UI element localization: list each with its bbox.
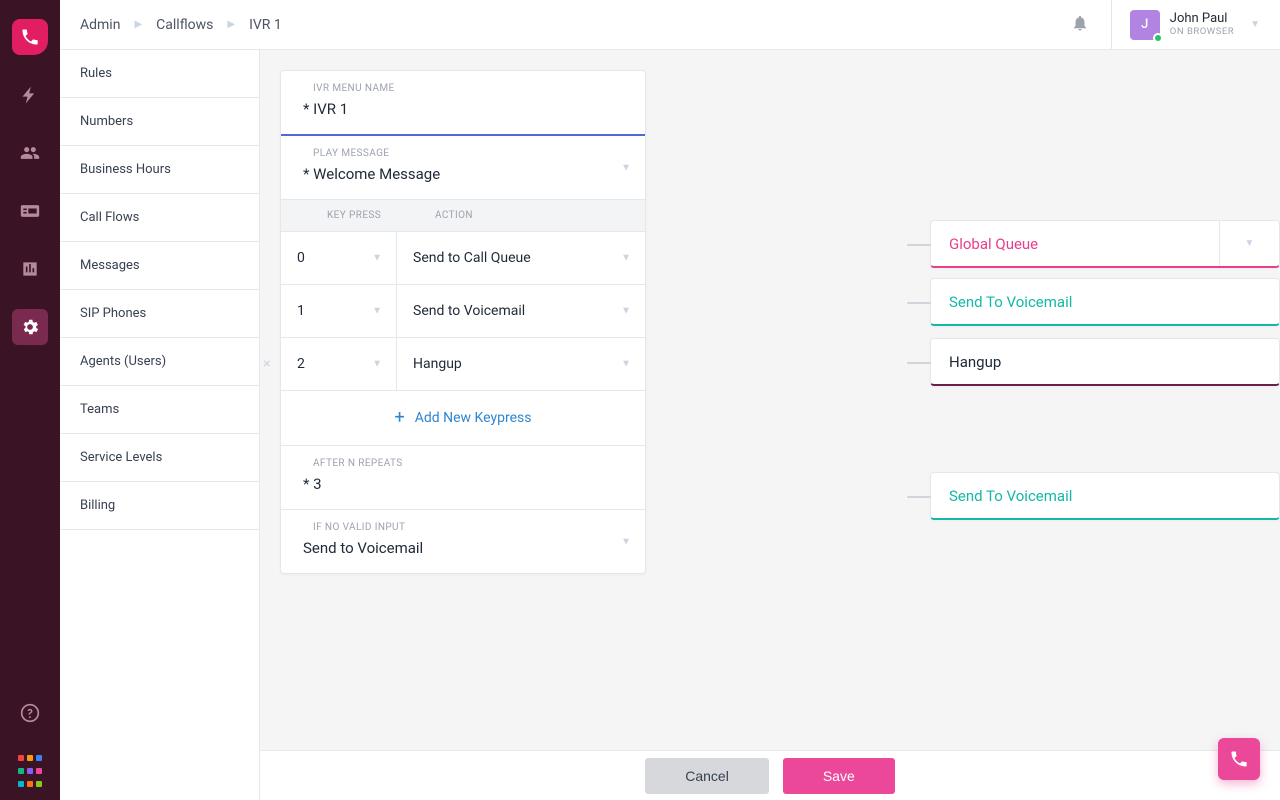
no-valid-input-value[interactable]: Send to Voicemail	[303, 539, 623, 557]
sidebar-item-numbers[interactable]: Numbers	[60, 98, 259, 146]
after-repeats-value[interactable]: * 3	[303, 475, 623, 493]
icon-rail	[0, 0, 60, 800]
destination-label: Global Queue	[949, 235, 1038, 253]
destination-voicemail[interactable]: Send To Voicemail	[930, 278, 1280, 326]
action-select[interactable]: Send to Voicemail ▼	[397, 285, 645, 337]
key-value: 2	[297, 356, 305, 372]
key-select[interactable]: 2 ▼	[281, 338, 397, 390]
remove-row-icon[interactable]: ×	[263, 356, 270, 372]
keypress-header-action: ACTION	[399, 210, 623, 221]
destination-dropdown[interactable]: ▼	[1219, 221, 1279, 266]
action-select[interactable]: Send to Call Queue ▼	[397, 232, 645, 284]
chevron-down-icon: ▼	[621, 359, 631, 370]
ivr-name-field[interactable]: IVR MENU NAME * IVR 1	[281, 71, 645, 136]
sidebar-item-call-flows[interactable]: Call Flows	[60, 194, 259, 242]
ivr-name-label: IVR MENU NAME	[303, 83, 623, 94]
avatar: J	[1130, 10, 1160, 40]
sidebar-item-billing[interactable]: Billing	[60, 482, 259, 530]
keypress-row: 0 ▼ Send to Call Queue ▼	[281, 231, 645, 284]
chevron-right-icon: ▶	[227, 19, 235, 30]
breadcrumb-callflows[interactable]: Callflows	[156, 17, 213, 33]
keypress-row: 1 ▼ Send to Voicemail ▼	[281, 284, 645, 337]
plus-icon: +	[395, 409, 405, 427]
destination-invalid-voicemail[interactable]: Send To Voicemail	[930, 472, 1280, 520]
breadcrumb-admin[interactable]: Admin	[80, 17, 120, 33]
key-select[interactable]: 0 ▼	[281, 232, 397, 284]
sidebar-item-business-hours[interactable]: Business Hours	[60, 146, 259, 194]
sidebar-item-teams[interactable]: Teams	[60, 386, 259, 434]
chevron-right-icon: ▶	[134, 19, 142, 30]
key-value: 1	[297, 303, 305, 319]
keypress-header: KEY PRESS ACTION	[281, 200, 645, 231]
destination-label: Send To Voicemail	[949, 487, 1072, 505]
action-value: Hangup	[413, 356, 462, 372]
play-message-label: PLAY MESSAGE	[303, 148, 623, 159]
chevron-down-icon: ▼	[372, 253, 382, 264]
topbar: Admin ▶ Callflows ▶ IVR 1 J John Paul ON…	[60, 0, 1280, 50]
no-valid-input-field[interactable]: IF NO VALID INPUT Send to Voicemail ▼	[281, 509, 645, 573]
keypress-header-key: KEY PRESS	[303, 210, 399, 221]
connector-line	[907, 362, 931, 364]
user-menu[interactable]: J John Paul ON BROWSER ▼	[1111, 0, 1260, 49]
save-button[interactable]: Save	[783, 758, 895, 794]
logo-icon[interactable]	[12, 19, 48, 55]
action-value: Send to Voicemail	[413, 303, 525, 319]
sidebar-item-service-levels[interactable]: Service Levels	[60, 434, 259, 482]
after-repeats-field[interactable]: AFTER N REPEATS * 3	[281, 445, 645, 509]
nav-card-icon[interactable]	[12, 193, 48, 229]
breadcrumb: Admin ▶ Callflows ▶ IVR 1	[80, 17, 282, 33]
sidebar-item-rules[interactable]: Rules	[60, 50, 259, 98]
nav-apps-icon[interactable]	[12, 753, 48, 789]
key-value: 0	[297, 250, 305, 266]
footer: Cancel Save	[260, 750, 1280, 800]
chevron-down-icon: ▼	[1250, 19, 1260, 30]
sidebar-item-agents[interactable]: Agents (Users)	[60, 338, 259, 386]
cancel-button[interactable]: Cancel	[645, 758, 769, 794]
destination-global-queue[interactable]: Global Queue ▼	[930, 220, 1280, 268]
user-name: John Paul	[1170, 12, 1234, 27]
no-valid-input-label: IF NO VALID INPUT	[303, 522, 623, 533]
destination-hangup[interactable]: Hangup	[930, 338, 1280, 386]
nav-bolt-icon[interactable]	[12, 77, 48, 113]
sidebar-item-sip-phones[interactable]: SIP Phones	[60, 290, 259, 338]
action-value: Send to Call Queue	[413, 250, 531, 266]
after-repeats-label: AFTER N REPEATS	[303, 458, 623, 469]
keypress-row: × 2 ▼ Hangup ▼	[281, 337, 645, 390]
notifications-icon[interactable]	[1071, 14, 1089, 36]
destination-label: Hangup	[949, 353, 1001, 371]
add-keypress-label: Add New Keypress	[415, 410, 532, 426]
connector-line	[907, 302, 931, 304]
chevron-down-icon: ▼	[372, 359, 382, 370]
ivr-card: IVR MENU NAME * IVR 1 PLAY MESSAGE * Wel…	[280, 70, 646, 574]
chevron-down-icon: ▼	[621, 253, 631, 264]
sidebar-item-messages[interactable]: Messages	[60, 242, 259, 290]
nav-settings-icon[interactable]	[12, 309, 48, 345]
destination-label: Send To Voicemail	[949, 293, 1072, 311]
key-select[interactable]: 1 ▼	[281, 285, 397, 337]
add-keypress-button[interactable]: + Add New Keypress	[281, 390, 645, 445]
nav-help-icon[interactable]	[12, 695, 48, 731]
play-message-field[interactable]: PLAY MESSAGE * Welcome Message ▼	[281, 136, 645, 200]
chevron-down-icon: ▼	[372, 306, 382, 317]
avatar-initial: J	[1141, 17, 1148, 32]
connector-line	[907, 244, 931, 246]
softphone-button[interactable]	[1218, 738, 1260, 780]
nav-people-icon[interactable]	[12, 135, 48, 171]
user-status: ON BROWSER	[1170, 26, 1234, 37]
presence-dot-icon	[1153, 33, 1163, 43]
connector-line	[907, 496, 931, 498]
ivr-name-value[interactable]: * IVR 1	[303, 100, 623, 118]
nav-chart-icon[interactable]	[12, 251, 48, 287]
settings-sidebar: Rules Numbers Business Hours Call Flows …	[60, 50, 260, 800]
action-select[interactable]: Hangup ▼	[397, 338, 645, 390]
breadcrumb-current: IVR 1	[249, 17, 282, 33]
chevron-down-icon: ▼	[621, 306, 631, 317]
play-message-value[interactable]: * Welcome Message	[303, 165, 623, 183]
main-content: IVR MENU NAME * IVR 1 PLAY MESSAGE * Wel…	[260, 50, 1280, 750]
